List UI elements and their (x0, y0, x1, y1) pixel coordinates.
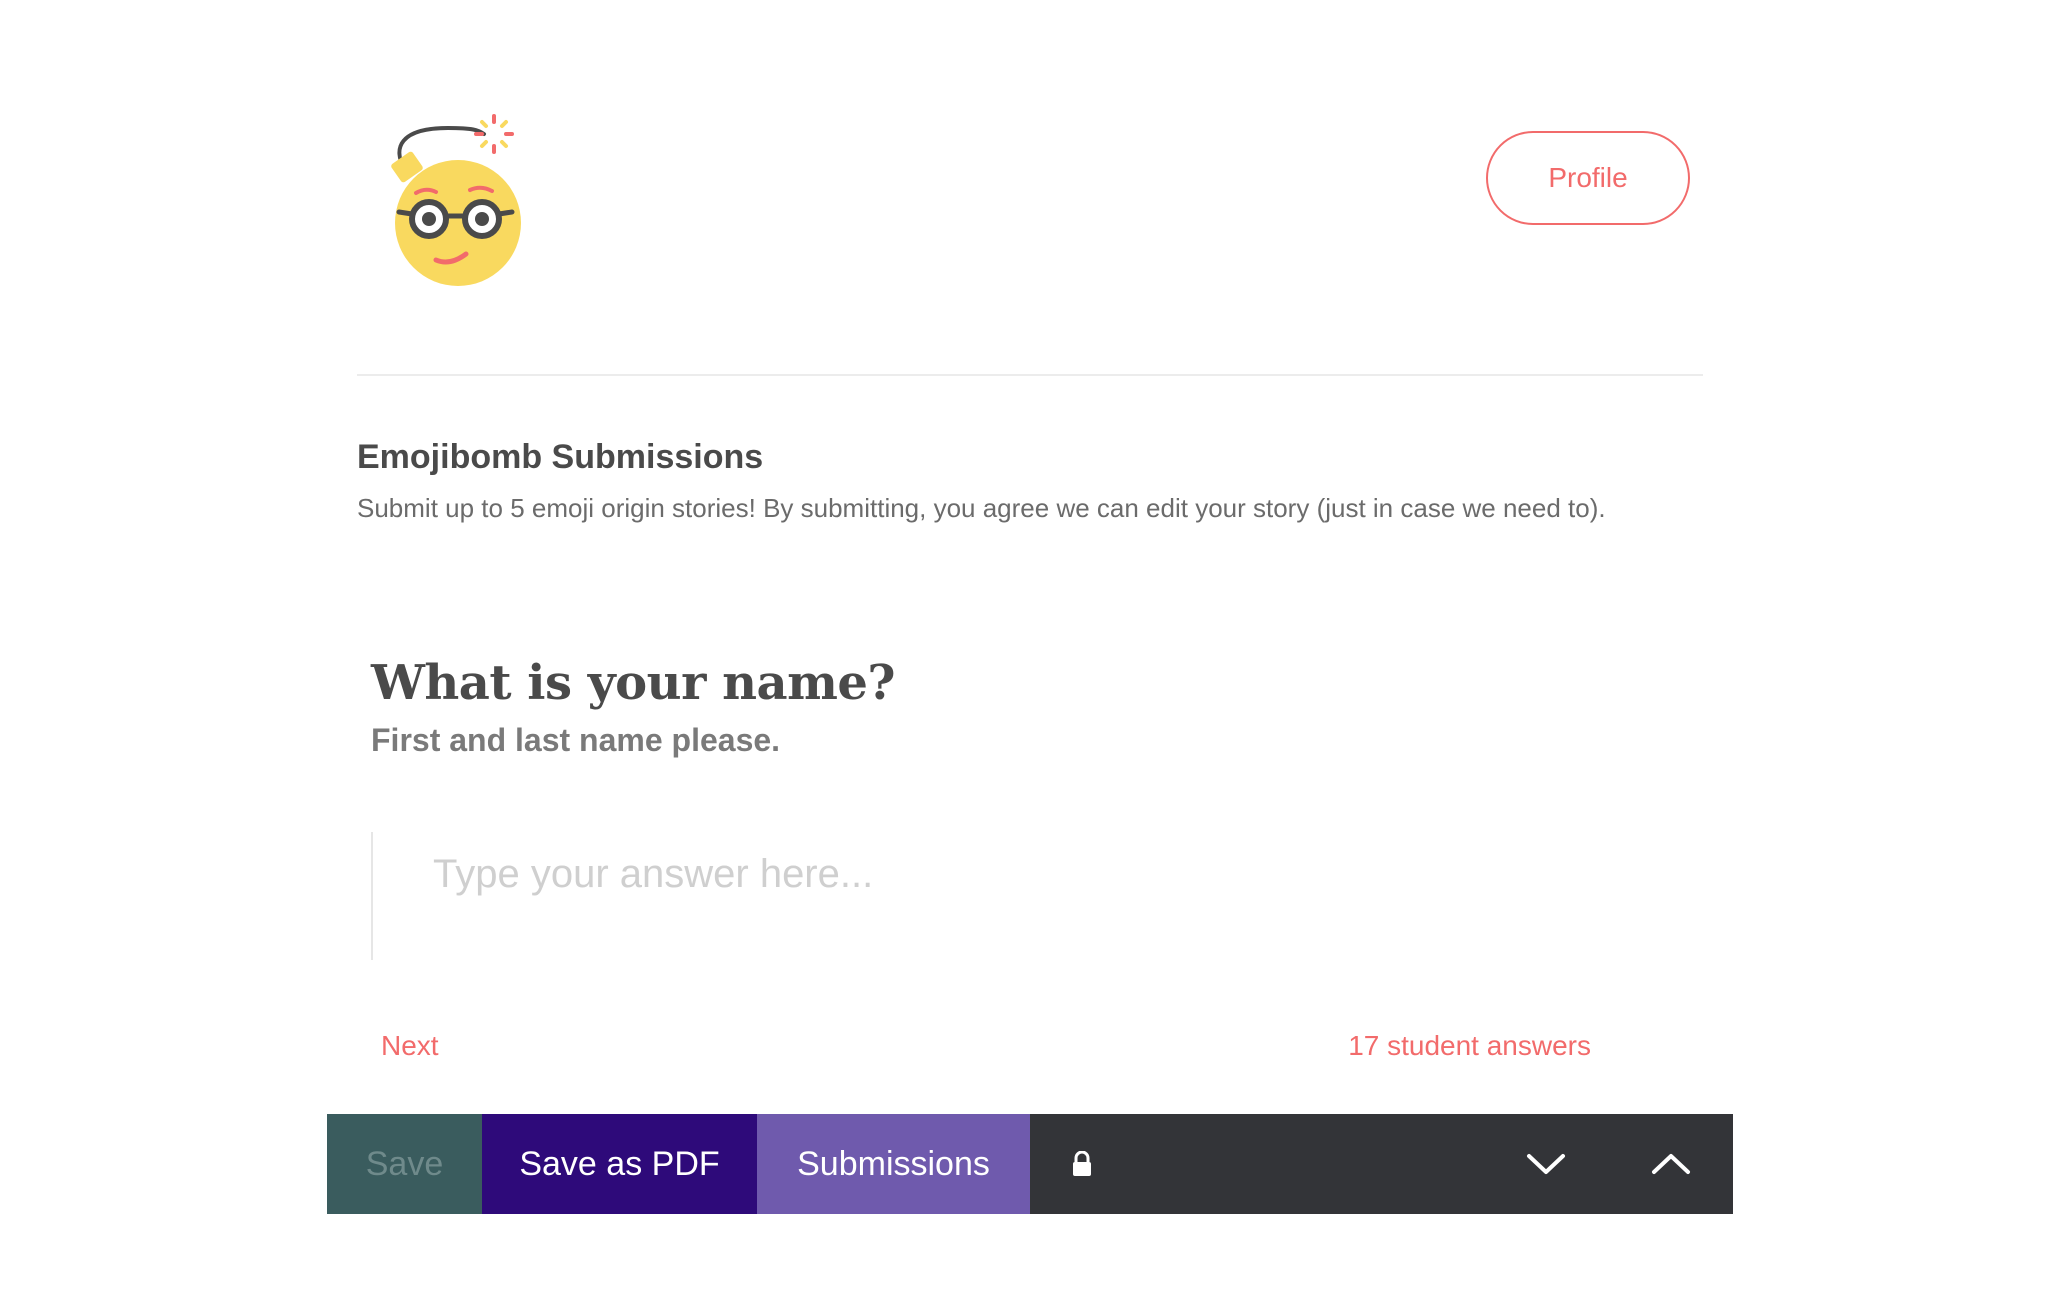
section-description: Submit up to 5 emoji origin stories! By … (357, 493, 1606, 523)
save-button[interactable]: Save (327, 1114, 482, 1214)
student-answers-link[interactable]: 17 student answers (1348, 1030, 1591, 1062)
bottom-toolbar: Save Save as PDF Submissions (327, 1114, 1733, 1214)
save-as-pdf-button[interactable]: Save as PDF (482, 1114, 757, 1214)
section-title: Emojibomb Submissions (357, 438, 764, 476)
header-divider (357, 374, 1703, 376)
submissions-button[interactable]: Submissions (757, 1114, 1030, 1214)
scroll-up-button[interactable] (1608, 1114, 1733, 1214)
answer-input[interactable] (433, 844, 1633, 904)
emoji-bomb-logo-icon (378, 108, 538, 298)
question-subtitle: First and last name please. (371, 722, 781, 758)
question-title: What is your name? (371, 655, 896, 711)
profile-button[interactable]: Profile (1486, 131, 1690, 225)
next-link[interactable]: Next (381, 1030, 439, 1062)
lock-button[interactable] (1030, 1114, 1134, 1214)
chevron-up-icon (1651, 1152, 1691, 1176)
answer-field-container (371, 832, 1703, 960)
toolbar-spacer (1134, 1114, 1483, 1214)
scroll-down-button[interactable] (1483, 1114, 1608, 1214)
chevron-down-icon (1526, 1152, 1566, 1176)
lock-icon (1071, 1151, 1093, 1177)
